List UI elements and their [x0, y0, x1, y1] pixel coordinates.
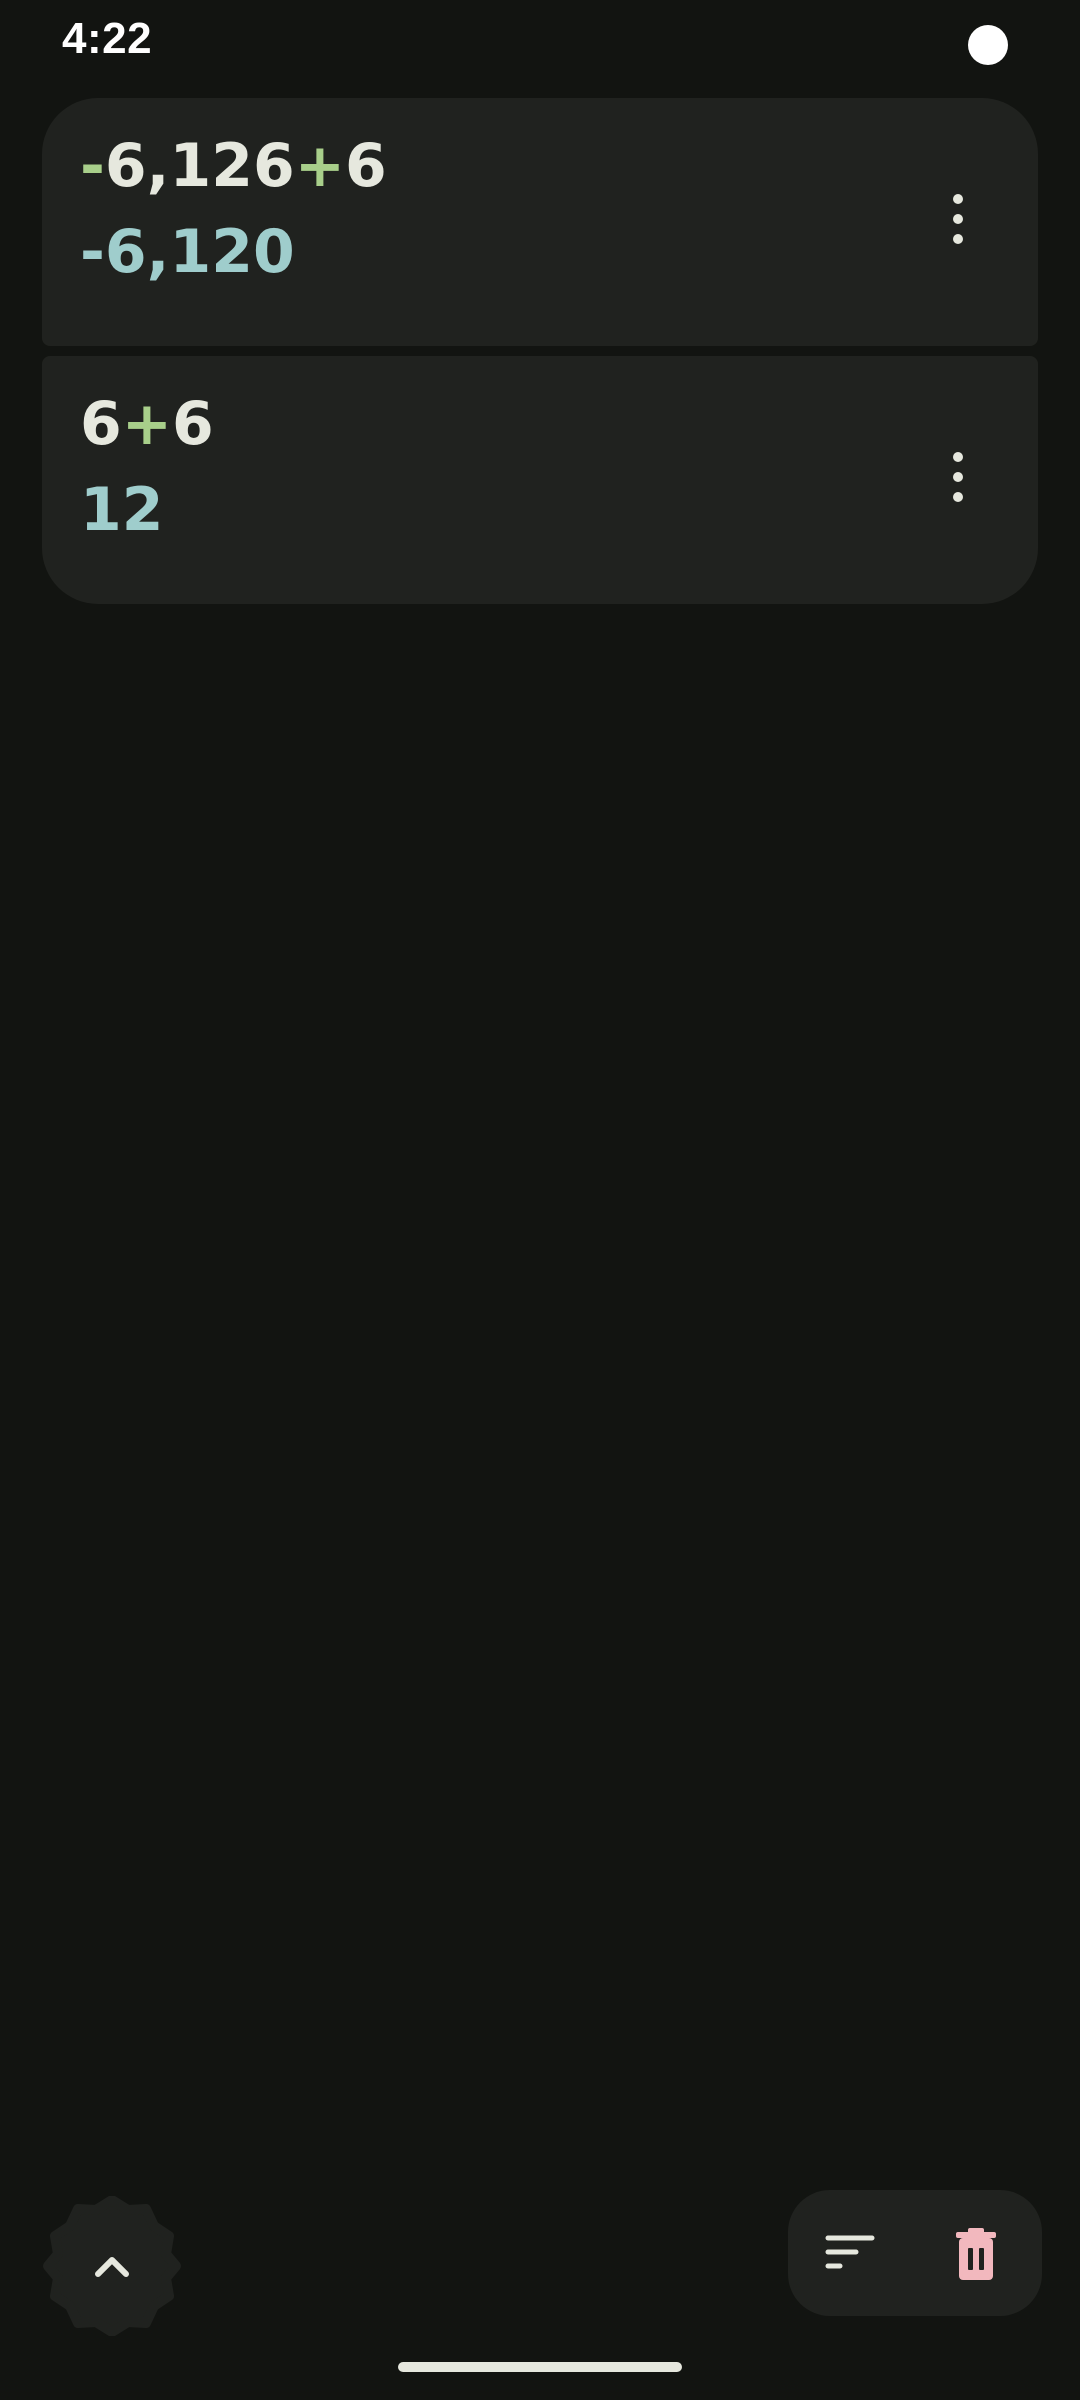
- more-vert-icon[interactable]: [952, 194, 964, 244]
- chevron-up-icon: [43, 2196, 181, 2336]
- history-result: 12: [80, 475, 164, 545]
- expression-operator: +: [121, 389, 173, 459]
- collapse-history-button[interactable]: [42, 2196, 182, 2336]
- more-vert-icon[interactable]: [952, 452, 964, 502]
- history-result: -6,120: [80, 217, 295, 287]
- expression-operand: 6: [172, 389, 214, 459]
- clear-history-button[interactable]: [948, 2226, 1004, 2282]
- history-item[interactable]: 6+6 12: [42, 356, 1038, 604]
- home-indicator[interactable]: [398, 2362, 682, 2372]
- sort-button[interactable]: [824, 2226, 878, 2280]
- sort-icon: [825, 2235, 875, 2269]
- expression-operator: +: [294, 131, 345, 201]
- status-time: 4:22: [62, 14, 153, 63]
- history-item[interactable]: -6,126+6 -6,120: [42, 98, 1038, 346]
- expression-sign: -: [80, 131, 105, 201]
- history-actions-bar: [788, 2190, 1042, 2316]
- expression-operand: 6: [80, 389, 122, 459]
- history-expression: -6,126+6: [80, 136, 387, 196]
- expression-operand: 6,126: [104, 131, 295, 201]
- expression-operand: 6: [344, 131, 387, 201]
- status-bar: 4:22: [0, 0, 1080, 90]
- history-expression: 6+6: [80, 394, 214, 454]
- camera-cutout-icon: [968, 25, 1008, 65]
- history-list: -6,126+6 -6,120 6+6 12: [42, 98, 1038, 604]
- trash-icon: [956, 2228, 996, 2280]
